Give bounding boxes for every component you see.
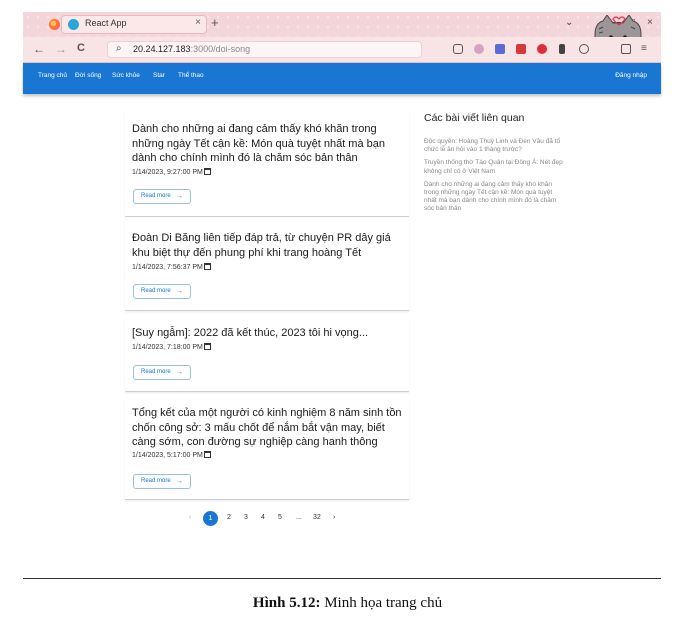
extension-icon[interactable] — [474, 44, 484, 54]
read-more-button[interactable]: Read more → — [133, 474, 191, 489]
page-button[interactable]: 4 — [261, 514, 265, 521]
page-button[interactable]: 2 — [227, 514, 231, 521]
post-date: 1/14/2023, 7:18:00 PM — [132, 343, 211, 351]
caption-divider — [23, 578, 661, 579]
settings-extension-icon[interactable] — [579, 44, 589, 54]
lock-extension-icon[interactable] — [559, 44, 565, 54]
page-button-active[interactable]: 1 — [203, 511, 218, 526]
page-button[interactable]: 3 — [244, 514, 248, 521]
calendar-icon — [203, 168, 211, 175]
pocket-icon[interactable] — [453, 44, 463, 54]
close-window-icon[interactable]: × — [647, 17, 653, 28]
forward-button[interactable]: → — [55, 42, 67, 56]
nav-the-thao[interactable]: Thể thao — [178, 72, 204, 79]
post-card: [Suy ngẫm]: 2022 đã kết thúc, 2023 tôi h… — [125, 320, 409, 392]
extensions-puzzle-icon[interactable] — [621, 44, 631, 54]
related-post-link[interactable]: Độc quyền: Hoàng Thuỳ Linh và Đen Vâu đã… — [424, 138, 564, 154]
url-path: :3000/doi-song — [190, 44, 251, 54]
browser-tab[interactable]: React App × — [61, 15, 207, 34]
post-date: 1/14/2023, 7:56:37 PM — [132, 263, 211, 271]
nav-doi-song[interactable]: Đời sống — [75, 72, 101, 79]
adblock-icon[interactable] — [537, 44, 547, 54]
nav-star[interactable]: Star — [153, 72, 165, 79]
nav-suc-khoe[interactable]: Sức khỏe — [112, 72, 140, 79]
related-posts-title: Các bài viết liên quan — [424, 112, 525, 124]
related-post-link[interactable]: Truyền thống thờ Táo Quân tại Đông Á: Né… — [424, 159, 564, 175]
url-host: 20.24.127.183 — [133, 44, 191, 54]
post-date-text: 1/14/2023, 7:18:00 PM — [132, 344, 203, 351]
read-more-button[interactable]: Read more → — [133, 189, 191, 204]
nav-trang-chu[interactable]: Trang chủ — [38, 72, 67, 79]
url-bar[interactable]: ⌕ 20.24.127.183:3000/doi-song — [107, 41, 422, 58]
read-more-button[interactable]: Read more → — [133, 365, 191, 380]
post-date-text: 1/14/2023, 9:27:00 PM — [132, 169, 203, 176]
post-date-text: 1/14/2023, 7:56:37 PM — [132, 264, 203, 271]
react-favicon-icon — [68, 19, 79, 30]
figure-caption: Hình 5.12: Minh họa trang chủ — [0, 595, 695, 612]
next-page-button[interactable]: › — [333, 514, 335, 521]
reload-button[interactable]: C — [77, 42, 85, 54]
new-tab-button[interactable]: + — [211, 15, 219, 30]
post-card: Đoàn Di Băng liên tiếp đáp trả, từ chuyệ… — [125, 217, 409, 311]
browser-window: React App × + ⌄ — □ × ← → C ⌕ 20.24.127.… — [23, 12, 661, 94]
post-card: Tổng kết của một người có kinh nghiệm 8 … — [125, 400, 409, 500]
related-post-link[interactable]: Dành cho những ai đang cảm thấy khó khăn… — [424, 181, 564, 214]
read-more-label: Read more — [141, 193, 171, 199]
read-more-label: Read more — [141, 369, 171, 375]
post-card: Dành cho những ai đang cảm thấy khó khăn… — [125, 112, 409, 217]
red-extension-icon[interactable] — [516, 44, 526, 54]
calendar-icon — [203, 451, 211, 458]
post-date: 1/14/2023, 5:17:00 PM — [132, 451, 211, 459]
tab-strip: React App × + ⌄ — □ × — [23, 12, 661, 37]
login-button[interactable]: Đăng nhập — [615, 72, 647, 79]
post-date-text: 1/14/2023, 5:17:00 PM — [132, 452, 203, 459]
calendar-icon — [203, 263, 211, 270]
firefox-icon[interactable] — [49, 19, 60, 30]
post-title[interactable]: Tổng kết của một người có kinh nghiệm 8 … — [132, 406, 404, 450]
related-posts: Các bài viết liên quan Độc quyền: Hoàng … — [424, 112, 564, 219]
tab-close-icon[interactable]: × — [195, 17, 201, 28]
app-header: Trang chủ Đời sống Sức khỏe Star Thể tha… — [23, 63, 661, 94]
menu-icon[interactable]: ≡ — [641, 43, 647, 54]
post-title[interactable]: Đoàn Di Băng liên tiếp đáp trả, từ chuyệ… — [132, 231, 404, 260]
grid-extension-icon[interactable] — [495, 44, 505, 54]
prev-page-button[interactable]: ‹ — [189, 514, 191, 521]
page-button-last[interactable]: 32 — [313, 514, 321, 521]
tab-title: React App — [85, 18, 127, 28]
calendar-icon — [203, 343, 211, 350]
post-date: 1/14/2023, 9:27:00 PM — [132, 168, 211, 176]
list-tabs-icon[interactable]: ⌄ — [565, 17, 573, 28]
search-icon: ⌕ — [116, 43, 122, 54]
page-button[interactable]: 5 — [278, 514, 282, 521]
caption-text: Minh họa trang chủ — [324, 595, 443, 611]
read-more-label: Read more — [141, 478, 171, 484]
post-title[interactable]: [Suy ngẫm]: 2022 đã kết thúc, 2023 tôi h… — [132, 326, 404, 341]
pagination-ellipsis: ... — [296, 514, 302, 521]
post-title[interactable]: Dành cho những ai đang cảm thấy khó khăn… — [132, 122, 404, 166]
caption-label: Hình 5.12: — [252, 595, 321, 611]
read-more-label: Read more — [141, 288, 171, 294]
arrow-right-icon: → — [176, 193, 183, 200]
arrow-right-icon: → — [176, 369, 183, 376]
arrow-right-icon: → — [176, 478, 183, 485]
read-more-button[interactable]: Read more → — [133, 284, 191, 299]
arrow-right-icon: → — [176, 288, 183, 295]
pagination: ‹ 1 2 3 4 5 ... 32 › — [186, 511, 356, 527]
url-text: 20.24.127.183:3000/doi-song — [133, 44, 250, 54]
back-button[interactable]: ← — [33, 42, 45, 56]
navigation-toolbar: ← → C ⌕ 20.24.127.183:3000/doi-song ≡ — [23, 37, 661, 63]
figure: React App × + ⌄ — □ × ← → C ⌕ 20.24.127.… — [0, 0, 695, 632]
